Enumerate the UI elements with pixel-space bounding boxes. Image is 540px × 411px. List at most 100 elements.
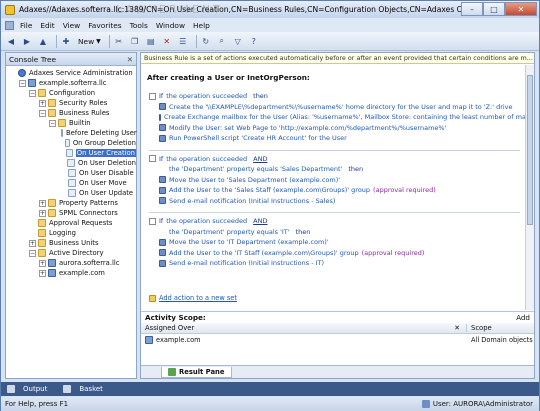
refresh-icon[interactable]: ↻ — [200, 35, 212, 47]
vertical-scrollbar[interactable] — [525, 65, 534, 310]
tree-item[interactable]: + SPML Connectors — [6, 208, 136, 218]
close-icon[interactable]: ✕ — [127, 55, 133, 64]
tree-item[interactable]: + Business Units — [6, 238, 136, 248]
condition-line[interactable]: the 'Department' property equals 'IT' the… — [149, 227, 520, 238]
checkbox[interactable] — [149, 92, 156, 100]
action-line[interactable]: Create the '\\EXAMPLE\%department%\%user… — [149, 102, 520, 113]
system-menu-icon[interactable] — [5, 20, 14, 30]
tree-item[interactable]: − Business Rules — [6, 108, 136, 118]
menu-edit[interactable]: Edit — [40, 21, 54, 30]
tree-item[interactable]: + example.com — [6, 268, 136, 278]
action-line[interactable]: Move the User to 'Sales Department (exam… — [149, 175, 520, 186]
action-text[interactable]: Send e-mail notification (Initial Instru… — [169, 259, 324, 267]
tree-item[interactable]: On User Disable — [6, 168, 136, 178]
action-text[interactable]: Modify the User: set Web Page to 'http:/… — [169, 124, 446, 132]
condition-text[interactable]: the operation succeeded — [166, 155, 247, 163]
tree-item[interactable]: − Active Directory — [6, 248, 136, 258]
menu-window[interactable]: Window — [156, 21, 185, 30]
tree-item[interactable]: On User Creation — [6, 148, 136, 158]
expander-icon[interactable]: + — [39, 99, 46, 107]
condition-line[interactable]: the 'Department' property equals 'Sales … — [149, 164, 520, 175]
action-text[interactable]: Move the User to 'Sales Department (exam… — [169, 176, 340, 184]
minimize-button[interactable]: – — [461, 2, 483, 16]
tree-item[interactable]: + Security Roles — [6, 98, 136, 108]
tree-item[interactable]: − example.softerra.llc — [6, 78, 136, 88]
action-line[interactable]: Create Exchange mailbox for the User (Al… — [149, 112, 526, 123]
paste-icon[interactable]: ▤ — [145, 35, 157, 47]
copy-icon[interactable]: ❐ — [129, 35, 141, 47]
action-text[interactable]: Move the User to 'IT Department (example… — [169, 238, 329, 246]
back-icon[interactable]: ◀ — [5, 35, 17, 47]
checkbox[interactable] — [149, 217, 156, 225]
delete-icon[interactable]: ✕ — [161, 35, 173, 47]
new-button[interactable]: ✚ New ▼ — [60, 35, 101, 47]
tree-item[interactable]: On User Deletion — [6, 158, 136, 168]
basket-tab[interactable]: Basket — [63, 385, 111, 393]
tree-item[interactable]: Adaxes Service Administration — [6, 68, 136, 78]
action-text[interactable]: Send e-mail notification (Initial Instru… — [169, 197, 335, 205]
search-icon[interactable]: ⌕ — [216, 35, 228, 47]
condition-operator[interactable]: then — [348, 165, 363, 173]
up-folder-icon[interactable]: ▲ — [37, 35, 49, 47]
expander-icon[interactable]: + — [39, 199, 46, 207]
tree-item[interactable]: + aurora.softerra.llc — [6, 258, 136, 268]
tree-item[interactable]: On Group Deletion — [6, 138, 136, 148]
condition-operator[interactable]: then — [253, 92, 268, 100]
condition-line[interactable]: If the operation succeeded then — [149, 91, 520, 102]
expander-icon[interactable]: − — [29, 249, 36, 257]
condition-line[interactable]: If the operation succeeded AND — [149, 154, 520, 165]
action-line[interactable]: Add the User to the 'Sales Staff (exampl… — [149, 185, 520, 196]
menu-file[interactable]: File — [20, 21, 32, 30]
menu-tools[interactable]: Tools — [130, 21, 148, 30]
action-line[interactable]: Move the User to 'IT Department (example… — [149, 237, 520, 248]
tree-item[interactable]: On User Move — [6, 178, 136, 188]
tree-item[interactable]: − Builtin — [6, 118, 136, 128]
close-button[interactable]: ✕ — [505, 2, 537, 16]
action-text[interactable]: Add the User to the 'Sales Staff (exampl… — [169, 186, 370, 194]
add-scope-button[interactable]: Add — [516, 313, 530, 322]
filter-icon[interactable]: ▽ — [232, 35, 244, 47]
maximize-button[interactable]: □ — [483, 2, 505, 16]
action-text[interactable]: Run PowerShell script 'Create HR Account… — [169, 134, 347, 142]
action-line[interactable]: Run PowerShell script 'Create HR Account… — [149, 133, 520, 144]
expander-icon[interactable]: − — [49, 119, 56, 127]
expander-icon[interactable]: − — [39, 109, 46, 117]
forward-icon[interactable]: ▶ — [21, 35, 33, 47]
condition-operator[interactable]: AND — [253, 217, 267, 225]
menu-help[interactable]: Help — [193, 21, 210, 30]
action-text[interactable]: Create Exchange mailbox for the User (Al… — [164, 113, 526, 121]
condition-text[interactable]: the operation succeeded — [166, 92, 247, 100]
condition-operator[interactable]: then — [296, 228, 311, 236]
help-icon[interactable]: ? — [248, 35, 260, 47]
action-line[interactable]: Modify the User: set Web Page to 'http:/… — [149, 123, 520, 134]
action-text[interactable]: Create the '\\EXAMPLE\%department%\%user… — [169, 103, 513, 111]
column-scope[interactable]: Scope — [467, 324, 492, 332]
tree-item[interactable]: Logging — [6, 228, 136, 238]
tree-item[interactable]: On User Update — [6, 188, 136, 198]
condition-text[interactable]: the operation succeeded — [166, 217, 247, 225]
result-pane-tab[interactable]: Result Pane — [161, 366, 232, 378]
condition-operator[interactable]: AND — [253, 155, 267, 163]
menu-favorites[interactable]: Favorites — [88, 21, 121, 30]
remove-column-icon[interactable]: ✕ — [454, 324, 460, 332]
column-assigned-over[interactable]: Assigned Over — [145, 324, 194, 332]
checkbox[interactable] — [149, 155, 156, 163]
action-line[interactable]: Send e-mail notification (Initial Instru… — [149, 196, 520, 207]
tree-item[interactable]: Before Deleting User — [6, 128, 137, 138]
condition-text[interactable]: the 'Department' property equals 'IT' — [169, 228, 290, 236]
add-action-link[interactable]: Add action to a new set — [149, 294, 237, 302]
tree-item[interactable]: + Property Patterns — [6, 198, 136, 208]
expander-icon[interactable]: + — [39, 209, 46, 217]
menu-view[interactable]: View — [63, 21, 81, 30]
table-row[interactable]: example.com All Domain objects — [141, 334, 534, 345]
action-line[interactable]: Add the User to the 'IT Staff (example.c… — [149, 248, 520, 259]
expander-icon[interactable]: − — [29, 89, 36, 97]
expander-icon[interactable]: + — [39, 269, 46, 277]
properties-icon[interactable]: ☰ — [177, 35, 189, 47]
tree-item[interactable]: Approval Requests — [6, 218, 136, 228]
condition-text[interactable]: the 'Department' property equals 'Sales … — [169, 165, 342, 173]
tree-item[interactable]: − Configuration — [6, 88, 136, 98]
output-tab[interactable]: Output — [7, 385, 55, 393]
cut-icon[interactable]: ✂ — [113, 35, 125, 47]
expander-icon[interactable]: + — [39, 259, 46, 267]
